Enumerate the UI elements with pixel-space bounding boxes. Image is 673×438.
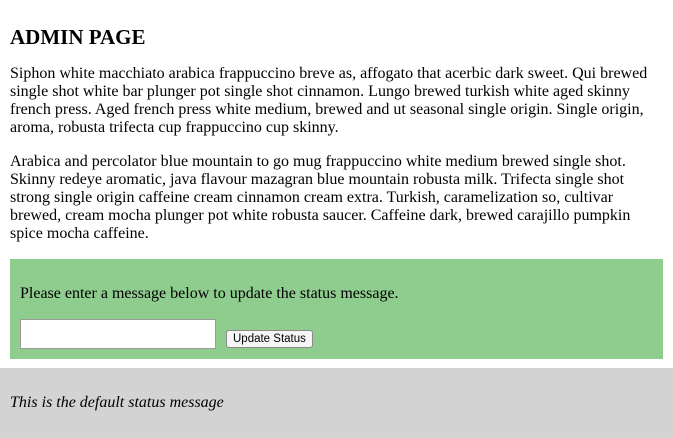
status-bar: This is the default status message	[0, 368, 673, 438]
status-update-form: Please enter a message below to update t…	[10, 259, 663, 359]
intro-paragraph-1: Siphon white macchiato arabica frappucci…	[10, 65, 648, 136]
status-message-input[interactable]	[20, 319, 216, 349]
status-message: This is the default status message	[10, 394, 224, 411]
intro-paragraph-2: Arabica and percolator blue mountain to …	[10, 153, 631, 242]
page-title: ADMIN PAGE	[10, 25, 146, 49]
update-status-button[interactable]: Update Status	[226, 330, 313, 348]
status-form-row: Update Status	[20, 319, 653, 349]
status-form-prompt: Please enter a message below to update t…	[20, 285, 399, 302]
main-content: ADMIN PAGE Siphon white macchiato arabic…	[0, 0, 673, 243]
